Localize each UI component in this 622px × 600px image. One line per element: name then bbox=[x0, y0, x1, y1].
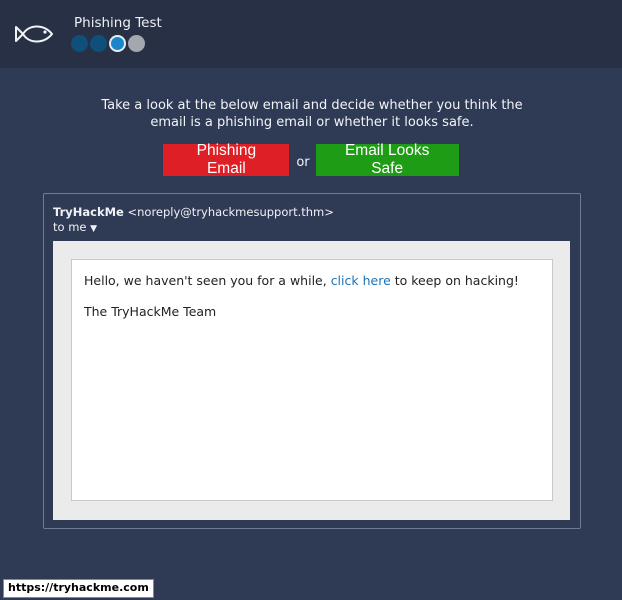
recipient-toggle[interactable]: to me ▼ bbox=[53, 220, 97, 234]
status-bar-url: https://tryhackme.com bbox=[3, 579, 154, 598]
step-4-dot bbox=[128, 35, 145, 52]
email-signature: The TryHackMe Team bbox=[84, 304, 217, 319]
step-2-dot bbox=[90, 35, 107, 52]
email-text-before-link: Hello, we haven't seen you for a while, bbox=[84, 273, 331, 288]
progress-steps bbox=[71, 35, 145, 52]
fish-icon bbox=[15, 25, 53, 43]
or-label: or bbox=[296, 154, 310, 170]
step-3-dot bbox=[109, 35, 126, 52]
sender-address: <noreply@tryhackmesupport.thm> bbox=[127, 205, 334, 219]
email-looks-safe-button[interactable]: Email Looks Safe bbox=[315, 142, 459, 177]
email-frame: Hello, we haven't seen you for a while, … bbox=[53, 241, 570, 520]
click-here-link[interactable]: click here bbox=[331, 273, 391, 288]
step-1-dot bbox=[71, 35, 88, 52]
email-body: Hello, we haven't seen you for a while, … bbox=[71, 259, 553, 501]
app-title: Phishing Test bbox=[74, 15, 162, 31]
instruction-text: Take a look at the below email and decid… bbox=[101, 98, 523, 130]
recipient-label: to me bbox=[53, 220, 87, 234]
answer-buttons: Phishing Email or Email Looks Safe bbox=[0, 142, 622, 177]
email-message: Hello, we haven't seen you for a while, … bbox=[84, 273, 540, 289]
email-text-after-link: to keep on hacking! bbox=[390, 273, 519, 288]
sender-name: TryHackMe bbox=[53, 205, 124, 219]
email-panel: TryHackMe <noreply@tryhackmesupport.thm>… bbox=[43, 193, 581, 529]
sender-line: TryHackMe <noreply@tryhackmesupport.thm> bbox=[53, 205, 334, 219]
top-bar: Phishing Test bbox=[0, 0, 622, 68]
caret-down-icon: ▼ bbox=[90, 224, 98, 234]
phishing-email-button[interactable]: Phishing Email bbox=[163, 142, 290, 177]
